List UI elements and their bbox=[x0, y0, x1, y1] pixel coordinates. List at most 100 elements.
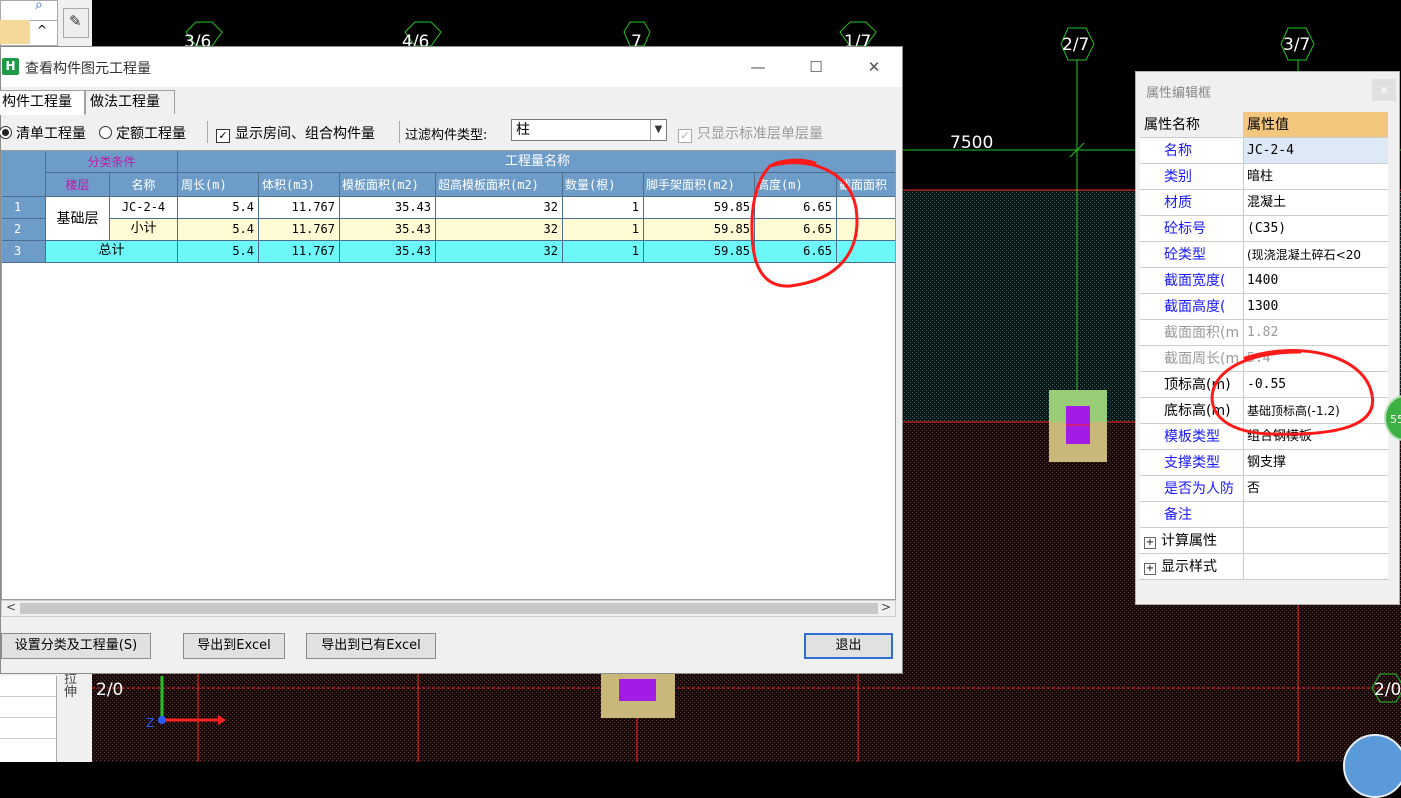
perimeter-cell[interactable]: 5.4 bbox=[178, 219, 259, 241]
column-header-height[interactable]: 高度(m) bbox=[755, 173, 837, 197]
height-cell[interactable]: 6.65 bbox=[755, 241, 837, 263]
name-cell[interactable]: JC-2-4 bbox=[110, 197, 178, 219]
property-name[interactable]: 截面宽度( bbox=[1140, 268, 1244, 294]
property-value[interactable]: 5.4 bbox=[1244, 346, 1388, 372]
property-row[interactable]: 类别 暗柱 bbox=[1140, 164, 1388, 190]
property-row[interactable]: 截面面积(m 1.82 bbox=[1140, 320, 1388, 346]
property-value[interactable]: 1400 bbox=[1244, 268, 1388, 294]
high-formwork-cell[interactable]: 32 bbox=[436, 241, 563, 263]
expand-plus-icon[interactable]: + bbox=[1144, 563, 1156, 575]
column-footing-jc-2-4[interactable] bbox=[1049, 390, 1107, 462]
column-header-formwork[interactable]: 模板面积(m2) bbox=[340, 173, 436, 197]
row-index[interactable]: 1 bbox=[2, 197, 46, 219]
column-footing-lower[interactable] bbox=[601, 674, 675, 718]
exit-button[interactable]: 退出 bbox=[804, 633, 893, 659]
row-index[interactable]: 3 bbox=[2, 241, 46, 263]
property-value[interactable]: 暗柱 bbox=[1244, 164, 1388, 190]
tab-method-quantity[interactable]: 做法工程量 bbox=[85, 90, 175, 114]
floor-cell[interactable]: 基础层 bbox=[46, 197, 110, 241]
avatar[interactable] bbox=[1343, 734, 1401, 798]
property-name[interactable]: + 计算属性 bbox=[1140, 528, 1244, 554]
height-cell[interactable]: 6.65 bbox=[755, 219, 837, 241]
column-header-perimeter[interactable]: 周长(m) bbox=[178, 173, 259, 197]
property-row[interactable]: 备注 bbox=[1140, 502, 1388, 528]
component-quantity-dialog[interactable]: H 查看构件图元工程量 — ☐ ✕ 构件工程量 做法工程量 清单工程量 定额工程… bbox=[0, 46, 903, 674]
property-row[interactable]: 是否为人防否 bbox=[1140, 476, 1388, 502]
section-area-cell[interactable] bbox=[837, 219, 895, 241]
property-name[interactable]: 类别 bbox=[1140, 164, 1244, 190]
property-name[interactable]: 截面高度( bbox=[1140, 294, 1244, 320]
total-label-cell[interactable]: 总计 bbox=[46, 241, 178, 263]
property-name[interactable]: 支撑类型 bbox=[1140, 450, 1244, 476]
height-cell[interactable]: 6.65 bbox=[755, 197, 837, 219]
tab-component-quantity[interactable]: 构件工程量 bbox=[0, 90, 85, 115]
stretch-tool-label[interactable]: 拉伸 bbox=[64, 673, 84, 699]
perimeter-cell[interactable]: 5.4 bbox=[178, 241, 259, 263]
volume-cell[interactable]: 11.767 bbox=[259, 241, 340, 263]
property-name[interactable]: 砼类型 bbox=[1140, 242, 1244, 268]
close-button[interactable]: ✕ bbox=[854, 53, 894, 81]
volume-cell[interactable]: 11.767 bbox=[259, 197, 340, 219]
property-value[interactable]: 基础顶标高(-1.2) bbox=[1244, 398, 1388, 424]
export-existing-excel-button[interactable]: 导出到已有Excel bbox=[306, 633, 436, 659]
property-name[interactable]: 顶标高(m) bbox=[1140, 372, 1244, 398]
column-header-count[interactable]: 数量(根) bbox=[563, 173, 644, 197]
dialog-titlebar[interactable]: H 查看构件图元工程量 — ☐ ✕ bbox=[1, 47, 902, 87]
property-value[interactable]: 1300 bbox=[1244, 294, 1388, 320]
horizontal-scrollbar[interactable]: < > bbox=[1, 600, 896, 617]
property-value[interactable] bbox=[1244, 554, 1388, 580]
property-value[interactable]: 混凝土 bbox=[1244, 190, 1388, 216]
perimeter-cell[interactable]: 5.4 bbox=[178, 197, 259, 219]
property-row[interactable]: + 显示样式 bbox=[1140, 554, 1388, 580]
count-cell[interactable]: 1 bbox=[563, 219, 644, 241]
maximize-button[interactable]: ☐ bbox=[796, 53, 836, 81]
formwork-cell[interactable]: 35.43 bbox=[340, 241, 436, 263]
property-name[interactable]: 截面面积(m bbox=[1140, 320, 1244, 346]
count-cell[interactable]: 1 bbox=[563, 197, 644, 219]
checkbox-show-rooms[interactable]: ✓ 显示房间、组合构件量 bbox=[216, 123, 375, 143]
scroll-left-icon[interactable]: < bbox=[3, 600, 19, 614]
scrollbar-thumb[interactable] bbox=[20, 603, 878, 614]
property-name[interactable]: + 显示样式 bbox=[1140, 554, 1244, 580]
column-header-high-formwork[interactable]: 超高模板面积(m2) bbox=[436, 173, 563, 197]
property-name[interactable]: 砼标号 bbox=[1140, 216, 1244, 242]
property-value[interactable]: -0.55 bbox=[1244, 372, 1388, 398]
row-index[interactable]: 2 bbox=[2, 219, 46, 241]
volume-cell[interactable]: 11.767 bbox=[259, 219, 340, 241]
search-icon[interactable]: ⌕ bbox=[35, 0, 43, 13]
property-name[interactable]: 名称 bbox=[1140, 138, 1244, 164]
scaffold-cell[interactable]: 59.85 bbox=[644, 241, 755, 263]
column-header-section-area[interactable]: 截面面积 bbox=[837, 173, 895, 197]
property-value[interactable]: JC-2-4 bbox=[1244, 138, 1388, 164]
property-value[interactable]: 1.82 bbox=[1244, 320, 1388, 346]
property-row[interactable]: 材质 混凝土 bbox=[1140, 190, 1388, 216]
property-editor-panel[interactable]: 属性编辑框 × 属性名称 属性值 名称 JC-2-4 类别 暗柱 材质 混凝土 砼标号 (C35)… bbox=[1135, 71, 1400, 605]
property-name[interactable]: 是否为人防 bbox=[1140, 476, 1244, 502]
expand-plus-icon[interactable]: + bbox=[1144, 537, 1156, 549]
column-header-volume[interactable]: 体积(m3) bbox=[259, 173, 340, 197]
property-value[interactable]: (C35) bbox=[1244, 216, 1388, 242]
property-value[interactable]: 否 bbox=[1244, 476, 1388, 502]
column-header-name[interactable]: 名称 bbox=[110, 173, 178, 197]
property-value[interactable]: 钢支撑 bbox=[1244, 450, 1388, 476]
property-value[interactable] bbox=[1244, 528, 1388, 554]
property-value[interactable] bbox=[1244, 502, 1388, 528]
property-row[interactable]: 顶标高(m) -0.55 bbox=[1140, 372, 1388, 398]
scaffold-cell[interactable]: 59.85 bbox=[644, 197, 755, 219]
property-row[interactable]: 模板类型 组合钢模板 bbox=[1140, 424, 1388, 450]
scaffold-cell[interactable]: 59.85 bbox=[644, 219, 755, 241]
radio-list-quantity[interactable]: 清单工程量 bbox=[0, 123, 86, 143]
property-name[interactable]: 材质 bbox=[1140, 190, 1244, 216]
property-name[interactable]: 底标高(m) bbox=[1140, 398, 1244, 424]
radio-quota-quantity[interactable]: 定额工程量 bbox=[99, 123, 186, 143]
name-cell[interactable]: 小计 bbox=[110, 219, 178, 241]
section-area-cell[interactable] bbox=[837, 197, 895, 219]
section-area-cell[interactable] bbox=[837, 241, 895, 263]
checkbox-standard-floor[interactable]: ✓ 只显示标准层单层量 bbox=[678, 123, 823, 143]
minimize-button[interactable]: — bbox=[738, 53, 778, 81]
brush-icon[interactable]: ✎ bbox=[63, 8, 89, 38]
close-button[interactable]: × bbox=[1372, 79, 1396, 101]
layer-list[interactable] bbox=[0, 676, 57, 762]
property-row[interactable]: 名称 JC-2-4 bbox=[1140, 138, 1388, 164]
scroll-right-icon[interactable]: > bbox=[878, 600, 894, 614]
